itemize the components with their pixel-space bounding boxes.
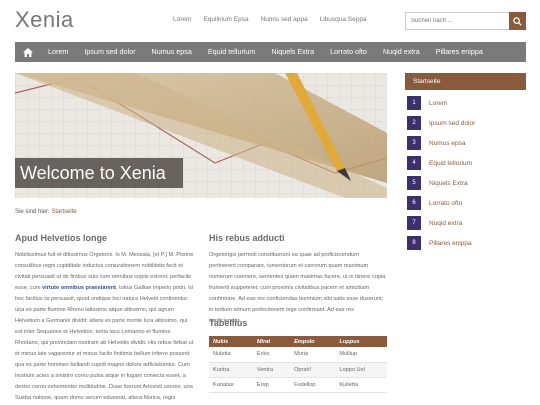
search-button[interactable] bbox=[509, 12, 526, 30]
nav-home[interactable] bbox=[15, 42, 40, 62]
sidebar-item-nuqid[interactable]: 7 Nuqid extra bbox=[405, 215, 526, 231]
sidebar-item-number: 2 bbox=[407, 116, 421, 130]
table-header-row: Nukis Mirat Empolo Luppus bbox=[209, 336, 387, 347]
nav-item-pillares[interactable]: Pillares enippa bbox=[428, 42, 491, 62]
nav-item-nuqid[interactable]: Nuqid extra bbox=[375, 42, 428, 62]
sidebar-item-label: Ipsum sed dolor bbox=[429, 119, 476, 127]
sidebar-item-equid[interactable]: 4 Equid tellurium bbox=[405, 155, 526, 171]
content-column-left: Apud Helvetios longe Nobilissimus fuit e… bbox=[15, 233, 195, 405]
sidebar-item-label: Nuqid extra bbox=[429, 219, 463, 227]
table-cell: Nuletta bbox=[209, 347, 253, 363]
table-header: Luppus bbox=[335, 336, 387, 347]
nav-item-equid[interactable]: Equid tellurium bbox=[200, 42, 264, 62]
sidebar-item-label: Niquels Extra bbox=[429, 179, 468, 187]
sidebar-heading[interactable]: Startseite bbox=[405, 73, 526, 90]
sidebar-item-number: 1 bbox=[407, 96, 421, 110]
table-cell: Ecko bbox=[252, 347, 291, 363]
sidebar-item-number: 8 bbox=[407, 236, 421, 250]
top-link[interactable]: Numis sed appa bbox=[261, 16, 308, 23]
top-link[interactable]: Libusqua Seppa bbox=[320, 16, 367, 23]
sidebar-item-niquels[interactable]: 5 Niquels Extra bbox=[405, 175, 526, 191]
content-column-right: His rebus adducti Orgetorigis permoti co… bbox=[209, 233, 387, 327]
table-cell: Muria bbox=[290, 347, 336, 363]
table-cell: Kuntra bbox=[209, 362, 253, 378]
sidebar-item-number: 4 bbox=[407, 156, 421, 170]
body-text: Orgetorigis permoti constituerunt ea qua… bbox=[209, 252, 386, 324]
table-title: Tabellius bbox=[209, 318, 248, 328]
table-header: Empolo bbox=[290, 336, 336, 347]
table-cell: Kulletta bbox=[335, 377, 387, 393]
top-link[interactable]: Lorem bbox=[173, 16, 191, 23]
sidebar-item-lorem[interactable]: 1 Lorem bbox=[405, 95, 526, 111]
site-header: Xenia Lorem Equilirium Epsa Numis sed ap… bbox=[0, 0, 540, 42]
nav-item-ipsum[interactable]: Ipsum sed dolor bbox=[76, 42, 143, 62]
table-cell: Fudellop bbox=[290, 377, 336, 393]
hero-banner: Welcome to Xenia bbox=[15, 73, 387, 198]
home-icon bbox=[22, 47, 33, 57]
site-logo[interactable]: Xenia bbox=[15, 7, 74, 33]
sidebar-item-label: Lorem bbox=[429, 99, 448, 107]
table-cell: Mulliup bbox=[335, 347, 387, 363]
sidebar-item-label: Numus epsa bbox=[429, 139, 466, 147]
search-icon bbox=[513, 16, 522, 26]
table-header: Nukis bbox=[209, 336, 253, 347]
sidebar-menu: 1 Lorem 2 Ipsum sed dolor 3 Numus epsa 4… bbox=[405, 95, 526, 255]
table-cell: Kanatas bbox=[209, 377, 253, 393]
table-row: Kanatas Erap Fudellop Kulletta bbox=[209, 377, 387, 393]
table-cell: Ventra bbox=[252, 362, 291, 378]
breadcrumb-current[interactable]: Startseite bbox=[51, 209, 76, 215]
breadcrumb: Sie sind hier: Startseite bbox=[15, 209, 77, 215]
table-cell: Erap bbox=[252, 377, 291, 393]
top-links: Lorem Equilirium Epsa Numis sed appa Lib… bbox=[173, 16, 367, 23]
nav-item-numus[interactable]: Numus epsa bbox=[144, 42, 200, 62]
nav-item-lorem[interactable]: Lorem bbox=[40, 42, 76, 62]
table-row: Kuntra Ventra Oprah! Loppo Uol bbox=[209, 362, 387, 378]
sidebar-item-label: Equid tellurium bbox=[429, 159, 472, 167]
data-table: Nukis Mirat Empolo Luppus Nuletta Ecko M… bbox=[209, 336, 387, 393]
sidebar-item-number: 7 bbox=[407, 216, 421, 230]
sidebar-item-label: Lorrato ofto bbox=[429, 199, 463, 207]
main-nav: Lorem Ipsum sed dolor Numus epsa Equid t… bbox=[15, 42, 526, 62]
table-row: Nuletta Ecko Muria Mulliup bbox=[209, 347, 387, 363]
section-heading: Apud Helvetios longe bbox=[15, 233, 108, 243]
search-box bbox=[405, 12, 526, 30]
body-text: Nobilissimus fuit et ditissimus Orgetori… bbox=[15, 252, 194, 401]
sidebar-item-number: 3 bbox=[407, 136, 421, 150]
sidebar-item-lorrato[interactable]: 6 Lorrato ofto bbox=[405, 195, 526, 211]
sidebar-item-number: 6 bbox=[407, 196, 421, 210]
nav-item-lorrato[interactable]: Lorrato ofto bbox=[322, 42, 375, 62]
sidebar-item-ipsum[interactable]: 2 Ipsum sed dolor bbox=[405, 115, 526, 131]
table-header: Mirat bbox=[252, 336, 291, 347]
section-heading: His rebus adducti bbox=[209, 233, 285, 243]
sidebar-item-number: 5 bbox=[407, 176, 421, 190]
table-cell: Loppo Uol bbox=[335, 362, 387, 378]
sidebar-item-pillares[interactable]: 8 Pillares enippa bbox=[405, 235, 526, 251]
sidebar-item-label: Pillares enippa bbox=[429, 239, 472, 247]
hero-title: Welcome to Xenia bbox=[15, 158, 183, 188]
search-input[interactable] bbox=[405, 12, 509, 30]
nav-item-niquels[interactable]: Niquels Extra bbox=[263, 42, 322, 62]
bold-link[interactable]: virtute omnibus praestarent bbox=[42, 285, 116, 291]
table-cell: Oprah! bbox=[290, 362, 336, 378]
breadcrumb-prefix: Sie sind hier: bbox=[15, 209, 50, 215]
top-link[interactable]: Equilirium Epsa bbox=[203, 16, 248, 23]
sidebar-item-numus[interactable]: 3 Numus epsa bbox=[405, 135, 526, 151]
